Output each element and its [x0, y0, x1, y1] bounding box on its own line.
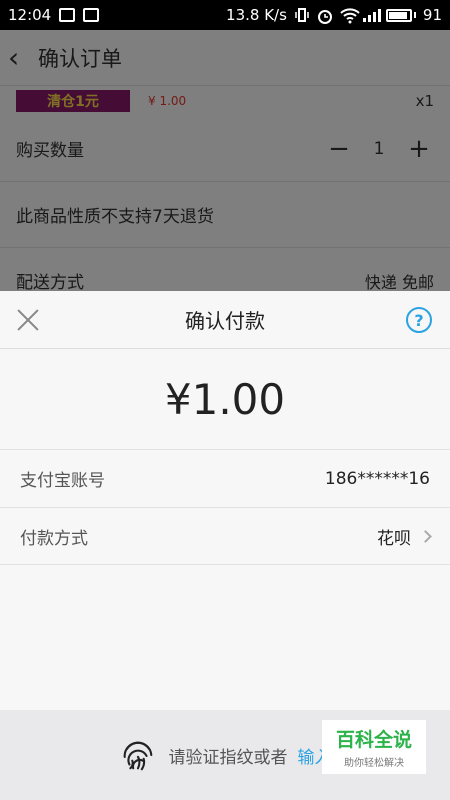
network-speed: 13.8 K/s: [226, 6, 287, 24]
image-notification-icon: [83, 8, 100, 22]
chevron-right-icon: [419, 529, 432, 543]
help-icon[interactable]: ?: [406, 307, 432, 333]
account-label: 支付宝账号: [20, 471, 105, 491]
payment-method-row[interactable]: 付款方式 花呗: [0, 507, 450, 565]
notification-icon: [59, 8, 76, 22]
wifi-icon: [340, 8, 360, 24]
battery-level: 91: [422, 6, 442, 24]
status-bar: 12:04 13.8 K/s 91: [0, 0, 450, 30]
payment-method-label: 付款方式: [20, 528, 88, 549]
sheet-header: 确认付款 ?: [0, 291, 450, 349]
account-row: 支付宝账号 186******16: [0, 449, 450, 507]
watermark-title: 百科全说: [335, 729, 412, 751]
payment-method-value: 花呗: [377, 528, 411, 549]
sheet-title: 确认付款: [185, 309, 265, 333]
fingerprint-icon[interactable]: [119, 736, 157, 774]
clock: 12:04: [8, 6, 52, 24]
watermark-logo: 百科全说 助你轻松解决: [322, 720, 426, 774]
watermark-subtitle: 助你轻松解决: [344, 758, 404, 769]
payment-amount: ¥1.00: [164, 374, 286, 424]
close-icon[interactable]: [16, 308, 40, 332]
signal-icon: [362, 8, 381, 22]
account-value: 186******16: [324, 468, 430, 489]
fingerprint-prompt: 请验证指纹或者: [168, 747, 288, 768]
vibrate-icon: [294, 8, 310, 22]
alarm-icon: [317, 8, 333, 24]
battery-icon: [385, 8, 416, 22]
payment-method-value-wrap: 花呗: [377, 524, 432, 549]
payment-sheet: 确认付款 ? ¥1.00 支付宝账号 186******16 付款方式 花呗 请…: [0, 291, 450, 800]
